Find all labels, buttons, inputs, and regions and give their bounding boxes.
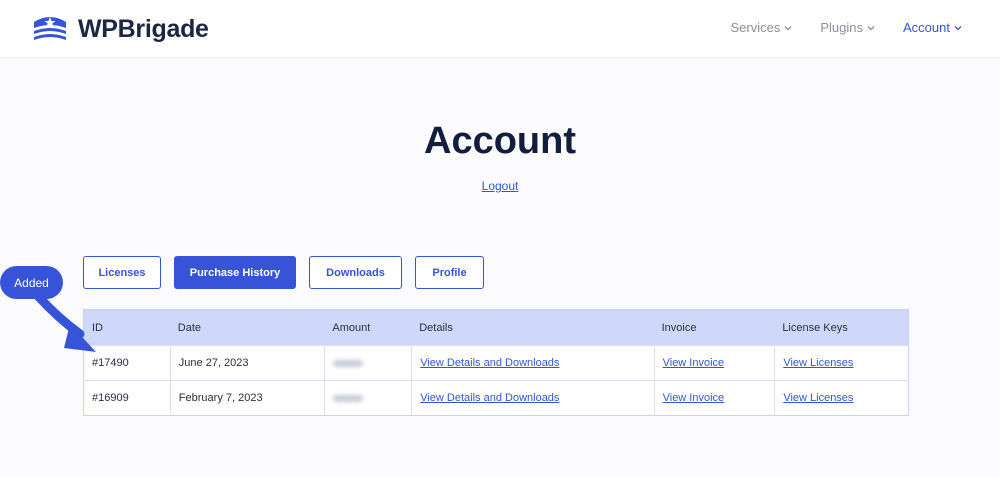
column-header-date: Date	[177, 321, 202, 334]
brand-name: WPBrigade	[78, 14, 209, 43]
brand-logo[interactable]: WPBrigade	[30, 12, 209, 46]
order-amount	[324, 346, 411, 380]
nav-item-account[interactable]: Account	[903, 20, 962, 35]
column-header-amount: Amount	[332, 321, 371, 334]
tab-downloads[interactable]: Downloads	[309, 256, 402, 289]
table-row: #17490 June 27, 2023 View Details and Do…	[84, 345, 908, 380]
invoice-cell: View Invoice	[653, 381, 775, 415]
order-date: February 7, 2023	[169, 381, 325, 415]
view-details-link[interactable]: View Details and Downloads	[420, 392, 559, 404]
column-header-details: Details	[419, 321, 453, 334]
order-id: #16909	[92, 392, 129, 404]
redacted-amount	[333, 394, 364, 402]
view-licenses-link[interactable]: View Licenses	[783, 392, 853, 404]
license-keys-cell: View Licenses	[774, 346, 908, 380]
invoice-cell: View Invoice	[653, 346, 775, 380]
page-title: Account	[424, 120, 576, 162]
column-header-license-keys: License Keys	[782, 321, 848, 334]
tab-profile[interactable]: Profile	[415, 256, 484, 289]
table-row: #16909 February 7, 2023 View Details and…	[84, 380, 908, 415]
column-header-invoice: Invoice	[661, 321, 697, 334]
license-keys-cell: View Licenses	[774, 381, 908, 415]
nav-item-services[interactable]: Services	[731, 20, 793, 35]
annotation-arrow-icon	[33, 291, 96, 352]
chevron-down-icon	[784, 25, 792, 30]
order-amount	[324, 381, 411, 415]
site-header: WPBrigade Services Plugins Account	[0, 0, 1000, 58]
order-date: June 27, 2023	[169, 346, 325, 380]
view-invoice-link[interactable]: View Invoice	[663, 357, 725, 369]
details-cell: View Details and Downloads	[411, 346, 653, 380]
chevron-down-icon	[867, 25, 875, 30]
redacted-amount	[333, 359, 364, 367]
purchase-history-table: ID Date Amount Details Invoice License K…	[83, 309, 909, 416]
chevron-down-icon	[954, 25, 962, 30]
nav-label-plugins: Plugins	[820, 20, 864, 35]
table-header-row: ID Date Amount Details Invoice License K…	[84, 310, 908, 345]
logout-link[interactable]: Logout	[0, 179, 1000, 193]
view-licenses-link[interactable]: View Licenses	[783, 357, 853, 369]
details-cell: View Details and Downloads	[411, 381, 653, 415]
tab-purchase-history[interactable]: Purchase History	[174, 256, 296, 289]
tab-licenses[interactable]: Licenses	[83, 256, 161, 289]
nav-item-plugins[interactable]: Plugins	[820, 20, 875, 35]
view-invoice-link[interactable]: View Invoice	[663, 392, 725, 404]
nav-label-services: Services	[730, 20, 781, 35]
brand-logo-icon	[34, 17, 66, 40]
nav-label-account: Account	[903, 20, 950, 35]
account-tabs: Licenses Purchase History Downloads Prof…	[83, 256, 484, 289]
main-nav: Services Plugins Account	[731, 20, 962, 35]
view-details-link[interactable]: View Details and Downloads	[420, 357, 559, 369]
